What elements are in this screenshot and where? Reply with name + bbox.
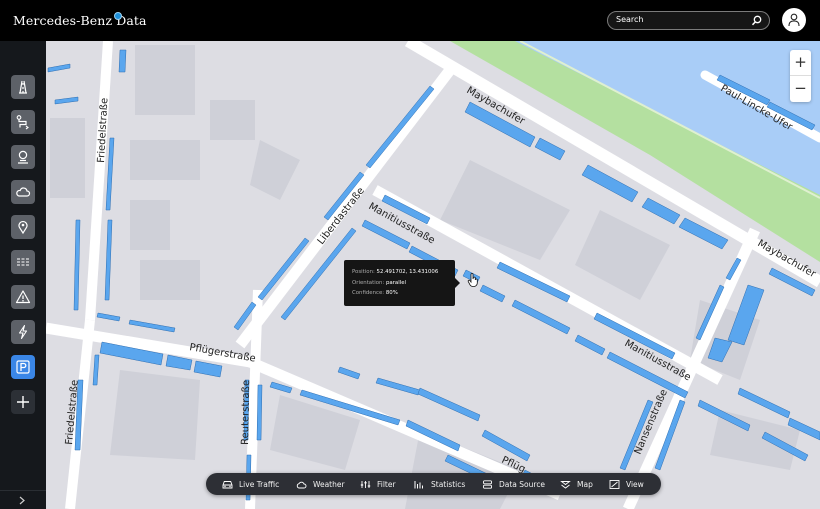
- user-avatar-button[interactable]: [782, 8, 806, 32]
- sliders-icon: [360, 480, 371, 488]
- search-icon[interactable]: [750, 14, 763, 27]
- toolbar-map-button[interactable]: Map: [560, 473, 593, 495]
- toolbar-weather-button[interactable]: Weather: [296, 473, 345, 495]
- layers-icon: [560, 480, 571, 489]
- toolbar-label: Map: [577, 479, 593, 489]
- view-icon: [609, 479, 620, 489]
- label-friedelstrasse-top: Friedelstraße: [96, 97, 110, 163]
- toolbar-statistics-button[interactable]: Statistics: [414, 473, 465, 495]
- location-person-icon: [18, 150, 28, 164]
- user-icon: [788, 13, 800, 27]
- sidebar-road-button[interactable]: [11, 75, 35, 99]
- toolbar-label: Live Traffic: [239, 479, 280, 489]
- toolbar-view-button[interactable]: View: [609, 473, 644, 495]
- label-reuterstrasse: Reuterstraße: [240, 380, 252, 445]
- brand-status-dot-icon: [114, 12, 122, 20]
- toolbar-label: Statistics: [431, 479, 466, 489]
- toolbar-label: Data Source: [499, 479, 546, 489]
- traffic-lanes-icon: [17, 258, 29, 266]
- toolbar-filter-button[interactable]: Filter: [360, 473, 396, 495]
- tooltip-confidence-row: Confidence: 80%: [352, 290, 398, 296]
- top-bar: Mercedes-Benz Data Search: [0, 0, 820, 41]
- bottom-toolbar: Live Traffic Weather Filter Statistics D…: [206, 473, 661, 495]
- database-icon: [483, 479, 492, 489]
- sidebar: [0, 41, 46, 509]
- sidebar-poi-button[interactable]: [11, 145, 35, 169]
- sidebar-route-button[interactable]: [11, 110, 35, 134]
- road-friedelstrasse-top: [85, 41, 113, 321]
- tooltip-confidence-value: 80%: [385, 290, 398, 296]
- weather-cloud-icon: [16, 187, 31, 197]
- tooltip-orientation-row: Orientation: parallel: [352, 279, 407, 286]
- sidebar-parking-button[interactable]: [11, 355, 35, 379]
- add-icon: [17, 396, 29, 408]
- hand-cursor-icon: [467, 273, 478, 287]
- sidebar-expand-button[interactable]: [0, 490, 46, 509]
- tooltip-position-row: Position: 52.491702, 13.431006: [352, 269, 439, 275]
- toolbar-live-traffic-button[interactable]: Live Traffic: [222, 473, 279, 495]
- chevron-right-icon: [19, 496, 25, 505]
- zoom-controls: + −: [790, 50, 811, 102]
- map-pin-icon: [18, 220, 28, 235]
- zoom-out-button[interactable]: −: [790, 76, 811, 102]
- search-input[interactable]: Search: [607, 11, 770, 30]
- search-placeholder: Search: [616, 15, 644, 24]
- route-icon: [16, 115, 29, 130]
- toolbar-data-source-button[interactable]: Data Source: [482, 473, 545, 495]
- charging-bolt-icon: [18, 324, 28, 340]
- sidebar-traffic-button[interactable]: [11, 250, 35, 274]
- sidebar-weather-button[interactable]: [11, 180, 35, 204]
- sidebar-location-button[interactable]: [11, 215, 35, 239]
- toolbar-label: View: [626, 479, 644, 489]
- sidebar-charging-button[interactable]: [11, 320, 35, 344]
- tooltip-position-value: 52.491702, 13.431006: [376, 269, 439, 275]
- cloud-icon: [296, 481, 307, 488]
- parking-icon: [16, 360, 30, 374]
- bar-chart-icon: [414, 480, 423, 488]
- parking-tooltip: Position: 52.491702, 13.431006 Orientati…: [344, 260, 460, 306]
- zoom-in-button[interactable]: +: [790, 50, 811, 76]
- toolbar-label: Filter: [377, 479, 396, 489]
- sidebar-hazard-button[interactable]: [11, 285, 35, 309]
- warning-icon: [15, 290, 31, 304]
- tooltip-orientation-value: parallel: [385, 279, 407, 286]
- label-liberdastrasse: Liberdastraße: [316, 186, 367, 247]
- brand-title: Mercedes-Benz Data: [13, 13, 147, 28]
- toolbar-label: Weather: [313, 479, 345, 489]
- car-icon: [222, 480, 233, 488]
- tooltip-arrow: [455, 278, 460, 288]
- sidebar-add-button[interactable]: [11, 390, 35, 414]
- road-icon: [19, 80, 27, 94]
